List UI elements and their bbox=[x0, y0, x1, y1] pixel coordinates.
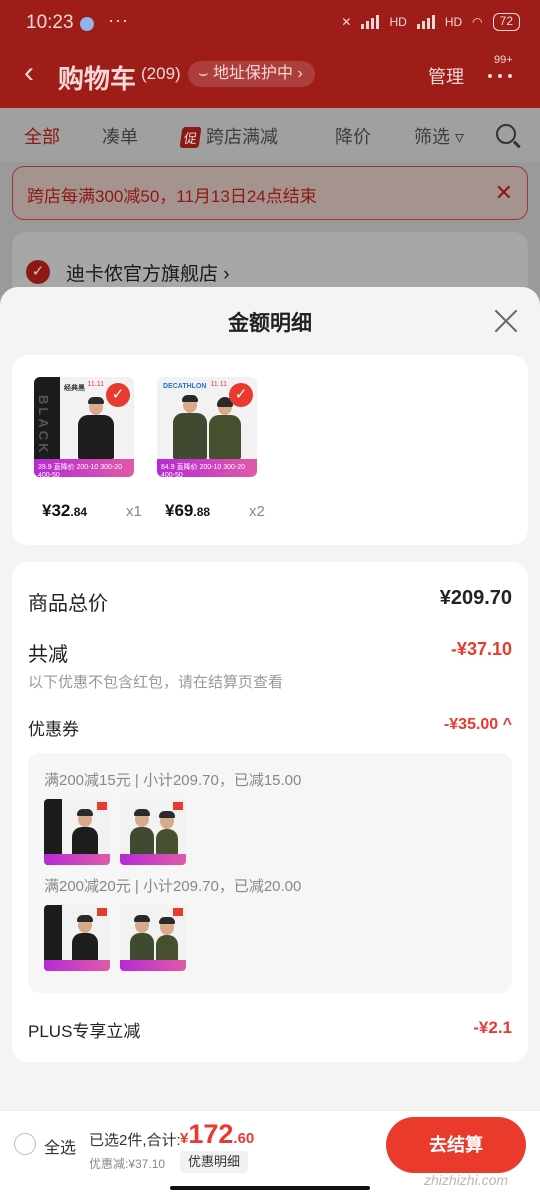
coupon-product-thumb bbox=[120, 799, 186, 865]
amount-detail-sheet: 金额明细 BLACK 经典黑 11.11 ✓ 39.9 直降价 200-10 3… bbox=[0, 287, 540, 1110]
product-corner-tag: 11.11 bbox=[210, 381, 227, 388]
product-brand: 经典黑 bbox=[64, 385, 85, 392]
product-image: DECATHLON 11.11 ✓ 84.9 直降价 200-10 300-20… bbox=[157, 377, 257, 477]
coupon-detail-box: 满200减15元 | 小计209.70，已减15.00 满200减20元 | 小… bbox=[28, 753, 512, 993]
product-price-strip: 84.9 直降价 200-10 300-20 400-50 bbox=[157, 459, 257, 477]
tab-filter-label: 筛选 bbox=[414, 127, 450, 147]
total-amount: ¥172.60 bbox=[180, 1119, 254, 1150]
coupon-line: 满200减20元 | 小计209.70，已减20.00 bbox=[44, 878, 302, 895]
select-all-radio[interactable] bbox=[14, 1133, 36, 1155]
page-title: 购物车 bbox=[58, 64, 137, 94]
discount-detail-button[interactable]: 优惠明细 bbox=[180, 1151, 249, 1173]
filter-icon: ▿ bbox=[455, 127, 465, 147]
battery-icon: 72 bbox=[492, 13, 520, 31]
tab-price-drop[interactable]: 降价 bbox=[335, 123, 371, 149]
product-price-strip: 39.9 直降价 200-10 300-20 400-50 bbox=[34, 459, 134, 477]
product-item[interactable]: DECATHLON 11.11 ✓ 84.9 直降价 200-10 300-20… bbox=[157, 377, 265, 520]
coupon-product-thumb bbox=[44, 799, 110, 865]
selected-text: 已选2件,合计: bbox=[89, 1132, 181, 1149]
search-icon[interactable] bbox=[496, 124, 516, 144]
tab-bundle[interactable]: 凑单 bbox=[102, 123, 138, 149]
nav-bar: ‹ 购物车 (209) ⌣ 地址保护中 › 管理 99+ bbox=[0, 50, 540, 100]
signal-icon bbox=[361, 15, 380, 29]
product-item[interactable]: BLACK 经典黑 11.11 ✓ 39.9 直降价 200-10 300-20… bbox=[34, 377, 142, 520]
product-price: ¥69.88 bbox=[165, 501, 210, 521]
cart-count: (209) bbox=[141, 64, 181, 83]
product-price: ¥32.84 bbox=[42, 501, 87, 521]
product-price-int: ¥69 bbox=[165, 501, 194, 520]
product-image: BLACK 经典黑 11.11 ✓ 39.9 直降价 200-10 300-20… bbox=[34, 377, 134, 477]
cart-tabs: 全部 凑单 促跨店满减 降价 筛选 ▿ bbox=[0, 108, 540, 162]
tab-filter[interactable]: 筛选 ▿ bbox=[414, 123, 464, 149]
network-label-1: HD bbox=[389, 15, 407, 29]
app-header: 10:23 ··· ✕ HD HD ◠ 72 ‹ 购物车 (209) ⌣ 地址保… bbox=[0, 0, 540, 108]
shield-icon: ⌣ bbox=[198, 65, 213, 82]
coupon-label: 优惠券 bbox=[28, 720, 79, 739]
address-protection-button[interactable]: ⌣ 地址保护中 › bbox=[188, 61, 315, 87]
product-price-dec: .84 bbox=[70, 505, 88, 519]
plus-label: PLUS专享立减 bbox=[28, 1022, 141, 1041]
goods-total-value: ¥209.70 bbox=[439, 587, 512, 609]
total-int: 172 bbox=[188, 1119, 234, 1149]
promo-banner-text: 跨店每满300减50，11月13日24点结束 bbox=[27, 187, 317, 206]
mute-icon: ✕ bbox=[341, 15, 352, 29]
product-price-int: ¥32 bbox=[42, 501, 71, 520]
product-qty: x1 bbox=[126, 503, 142, 520]
tab-all[interactable]: 全部 bbox=[24, 123, 60, 149]
tab-cross-store[interactable]: 促跨店满减 bbox=[179, 123, 279, 149]
manage-button[interactable]: 管理 bbox=[428, 63, 464, 89]
product-brand: DECATHLON bbox=[163, 383, 207, 390]
reduce-label: 共减 bbox=[28, 644, 68, 666]
network-label-2: HD bbox=[444, 15, 463, 29]
coupon-value-toggle[interactable]: -¥35.00 ^ bbox=[444, 716, 512, 734]
check-icon: ✓ bbox=[106, 383, 130, 407]
checkout-button[interactable]: 去结算 bbox=[386, 1117, 526, 1173]
select-all-label[interactable]: 全选 bbox=[44, 1134, 76, 1158]
promo-banner: 跨店每满300减50，11月13日24点结束 ✕ bbox=[12, 166, 528, 220]
more-badge: 99+ bbox=[494, 54, 513, 66]
close-icon[interactable] bbox=[492, 307, 520, 335]
status-time: 10:23 bbox=[26, 12, 74, 33]
products-card: BLACK 经典黑 11.11 ✓ 39.9 直降价 200-10 300-20… bbox=[12, 355, 528, 545]
coupon-product-thumb bbox=[120, 905, 186, 971]
status-icons: ✕ HD HD ◠ 72 bbox=[341, 13, 520, 31]
status-bar: 10:23 ··· ✕ HD HD ◠ 72 bbox=[0, 0, 540, 46]
product-price-dec: .88 bbox=[193, 505, 211, 519]
check-icon: ✓ bbox=[229, 383, 253, 407]
promo-tag: 促 bbox=[179, 127, 202, 148]
back-icon[interactable]: ‹ bbox=[24, 56, 34, 90]
watermark: zhizhizhi.com bbox=[424, 1172, 509, 1188]
status-more: ··· bbox=[108, 10, 129, 30]
total-dec: .60 bbox=[233, 1130, 255, 1147]
product-strip-text: 39.9 直降价 200-10 300-20 400-50 bbox=[38, 464, 123, 477]
plus-value: -¥2.1 bbox=[473, 1018, 512, 1037]
coupon-line: 满200减15元 | 小计209.70，已减15.00 bbox=[44, 772, 302, 789]
product-qty: x2 bbox=[249, 503, 265, 520]
app-notification-icon bbox=[80, 17, 94, 31]
goods-total-label: 商品总价 bbox=[28, 593, 108, 615]
wifi-icon: ◠ bbox=[472, 15, 483, 29]
store-name[interactable]: 迪卡侬官方旗舰店 › bbox=[66, 259, 230, 286]
close-icon[interactable]: ✕ bbox=[495, 180, 513, 206]
sheet-title: 金额明细 bbox=[228, 312, 312, 335]
home-indicator bbox=[170, 1186, 370, 1190]
check-icon[interactable]: ✓ bbox=[26, 260, 50, 284]
product-corner-tag: 11.11 bbox=[87, 381, 104, 388]
product-side-word: BLACK bbox=[36, 395, 51, 456]
reduce-value: -¥37.10 bbox=[450, 639, 512, 659]
more-icon[interactable]: 99+ bbox=[484, 54, 516, 84]
reduce-note: 以下优惠不包含红包，请在结算页查看 bbox=[28, 674, 284, 691]
address-protection-label: 地址保护中 bbox=[212, 65, 293, 82]
product-strip-text: 84.9 直降价 200-10 300-20 400-50 bbox=[161, 464, 246, 477]
tab-cross-store-label: 跨店满减 bbox=[206, 127, 279, 147]
coupon-product-thumb bbox=[44, 905, 110, 971]
signal-icon-2 bbox=[416, 15, 435, 29]
discount-text: 优惠减:¥37.10 bbox=[89, 1157, 166, 1171]
